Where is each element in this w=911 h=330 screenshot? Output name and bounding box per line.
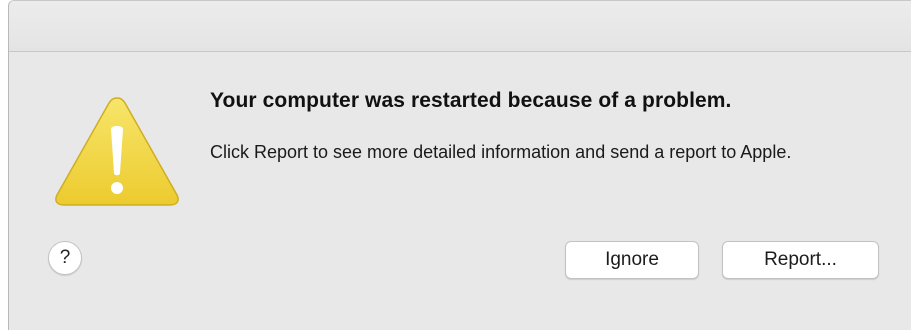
help-button[interactable]: ? xyxy=(48,241,82,275)
restart-alert-dialog: Your computer was restarted because of a… xyxy=(8,0,911,330)
alert-message-title: Your computer was restarted because of a… xyxy=(210,89,732,112)
alert-informative-text: Click Report to see more detailed inform… xyxy=(210,142,792,162)
caution-warning-icon xyxy=(53,93,181,209)
ignore-button[interactable]: Ignore xyxy=(565,241,699,279)
window-titlebar[interactable] xyxy=(9,1,911,52)
report-button[interactable]: Report... xyxy=(722,241,879,279)
